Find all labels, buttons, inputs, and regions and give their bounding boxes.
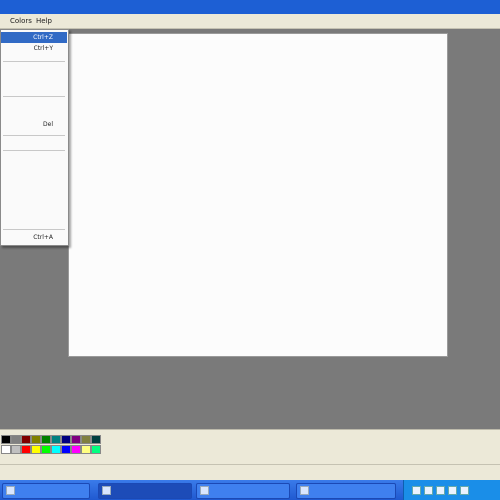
drawing-canvas[interactable] [68, 33, 448, 357]
menu-colors[interactable]: Colors [10, 15, 32, 27]
menu-item-disabled-3 [1, 166, 67, 177]
window-icon [300, 486, 309, 495]
paint-icon [102, 486, 111, 495]
color-swatch[interactable] [21, 435, 31, 444]
taskbar-button-3[interactable] [196, 483, 290, 499]
color-swatch[interactable] [81, 445, 91, 454]
shortcut-label: Ctrl+Y [33, 45, 53, 52]
color-swatch[interactable] [11, 445, 21, 454]
window-title-bar [0, 0, 500, 14]
color-swatch[interactable] [1, 435, 11, 444]
shortcut-label: Del [43, 121, 53, 128]
menu-separator [3, 61, 65, 62]
menu-separator [3, 150, 65, 151]
color-swatch[interactable] [41, 435, 51, 444]
color-swatch[interactable] [71, 445, 81, 454]
color-swatch[interactable] [71, 435, 81, 444]
menu-item-undo[interactable]: Ctrl+Z [1, 32, 67, 43]
tray-icon-5[interactable] [460, 486, 469, 495]
color-palette-bar [0, 429, 500, 464]
system-tray [403, 480, 500, 500]
color-swatch[interactable] [1, 445, 11, 454]
window-icon [6, 486, 15, 495]
color-swatch[interactable] [11, 435, 21, 444]
menu-item-repeat[interactable]: Ctrl+Y [1, 43, 67, 54]
shortcut-label: Ctrl+A [33, 234, 53, 241]
menu-item-select-all[interactable]: Ctrl+A [1, 232, 67, 243]
color-swatch[interactable] [21, 445, 31, 454]
taskbar-button-1[interactable] [2, 483, 90, 499]
color-swatch[interactable] [81, 435, 91, 444]
tray-icon-2[interactable] [424, 486, 433, 495]
color-swatch[interactable] [31, 445, 41, 454]
menu-help[interactable]: Help [36, 15, 52, 27]
taskbar [0, 480, 500, 500]
status-bar [0, 464, 500, 481]
tray-icon-4[interactable] [448, 486, 457, 495]
color-swatch[interactable] [91, 445, 101, 454]
color-swatch[interactable] [91, 435, 101, 444]
window-icon [200, 486, 209, 495]
taskbar-button-paint[interactable] [98, 483, 192, 499]
menu-item-disabled-1 [1, 81, 67, 92]
tray-icon-1[interactable] [412, 486, 421, 495]
menu-item-clear-selection[interactable]: Del [1, 119, 67, 130]
color-swatch[interactable] [51, 445, 61, 454]
menu-item-disabled-2 [1, 153, 67, 164]
color-swatch[interactable] [61, 445, 71, 454]
edit-menu-dropdown: Ctrl+Z Ctrl+Y Del Ctrl+A [0, 29, 69, 246]
menu-separator [3, 229, 65, 230]
tray-icon-3[interactable] [436, 486, 445, 495]
color-swatch[interactable] [31, 435, 41, 444]
menu-separator [3, 96, 65, 97]
menu-bar: Colors Help [0, 14, 500, 29]
menu-separator [3, 135, 65, 136]
color-swatch[interactable] [51, 435, 61, 444]
taskbar-button-4[interactable] [296, 483, 396, 499]
color-swatch[interactable] [41, 445, 51, 454]
workspace [0, 29, 500, 429]
color-swatch[interactable] [61, 435, 71, 444]
shortcut-label: Ctrl+Z [33, 34, 53, 41]
